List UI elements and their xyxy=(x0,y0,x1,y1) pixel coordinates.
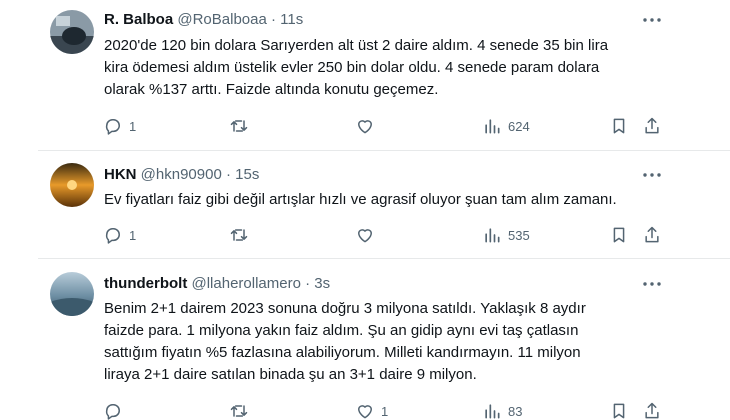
views-count: 83 xyxy=(508,403,523,419)
author-handle[interactable]: @llaherollamero xyxy=(192,275,301,292)
tweet-header: R. Balboa @RoBalboaa · 11s xyxy=(104,10,303,30)
bookmark-icon xyxy=(613,118,625,134)
tweet-time[interactable]: 11s xyxy=(280,11,303,28)
views-icon xyxy=(485,119,500,134)
tweet-text-line: faizde para. 1 milyona yakın faiz aldım.… xyxy=(104,322,579,339)
header-separator: · xyxy=(225,166,231,183)
share-icon xyxy=(645,402,659,419)
tweet-header: thunderbolt @llaherollamero · 3s xyxy=(104,274,330,294)
like-button[interactable]: 1 xyxy=(355,400,388,420)
header-separator: · xyxy=(270,11,276,28)
avatar[interactable] xyxy=(50,163,94,207)
like-icon xyxy=(358,405,372,419)
tweet-text-line: 2020'de 120 bin dolara Sarıyerden alt üs… xyxy=(104,37,609,54)
reply-icon xyxy=(105,404,120,420)
avatar[interactable] xyxy=(50,272,94,316)
tweet-2[interactable]: HKN @hkn90900 · 15s Ev fiyatları faiz gi… xyxy=(0,151,730,258)
bookmark-icon xyxy=(613,227,625,243)
tweet-text: Ev fiyatları faiz gibi değil artışlar hı… xyxy=(104,189,684,211)
tweet-text-line: kira ödemesi aldım üstelik evler 250 bin… xyxy=(104,59,600,76)
tweet-text-line: Benim 2+1 dairem 2023 sonuna doğru 3 mil… xyxy=(104,300,586,317)
views-button[interactable]: 624 xyxy=(482,115,530,137)
retweet-icon xyxy=(230,405,248,417)
views-icon xyxy=(485,228,500,243)
tweet-text-line: olarak %137 arttı. Faizde altında konutu… xyxy=(104,81,439,98)
retweet-icon xyxy=(230,229,248,241)
author-name[interactable]: R. Balboa xyxy=(104,11,173,28)
reply-button[interactable]: 1 xyxy=(103,224,136,246)
more-icon[interactable] xyxy=(640,274,664,294)
tweet-1[interactable]: R. Balboa @RoBalboaa · 11s 2020'de 120 b… xyxy=(0,0,730,150)
views-count: 624 xyxy=(508,118,530,134)
author-name[interactable]: HKN xyxy=(104,166,137,183)
retweet-button[interactable] xyxy=(229,115,255,137)
share-button[interactable] xyxy=(642,224,662,246)
views-count: 535 xyxy=(508,227,530,243)
like-button[interactable] xyxy=(355,224,381,246)
retweet-icon xyxy=(230,120,248,132)
author-handle[interactable]: @RoBalboaa xyxy=(177,11,266,28)
reply-count: 1 xyxy=(129,118,137,134)
tweet-text-line: Ev fiyatları faiz gibi değil artışlar hı… xyxy=(104,191,617,208)
reply-button[interactable] xyxy=(103,400,129,420)
retweet-button[interactable] xyxy=(229,400,255,420)
avatar[interactable] xyxy=(50,10,94,54)
author-name[interactable]: thunderbolt xyxy=(104,275,187,292)
tweet-time[interactable]: 3s xyxy=(314,275,330,292)
tweet-text-line: sattığım fiyatın %5 fazlasına alabiliyor… xyxy=(104,344,581,361)
share-icon xyxy=(645,117,659,134)
tweet-header: HKN @hkn90900 · 15s xyxy=(104,165,259,185)
bookmark-icon xyxy=(613,403,625,419)
author-handle[interactable]: @hkn90900 xyxy=(141,166,222,183)
retweet-button[interactable] xyxy=(229,224,255,246)
tweet-time[interactable]: 15s xyxy=(235,166,259,183)
header-separator: · xyxy=(305,275,311,292)
tweet-text-line: liraya 2+1 daire satılan binada şu an 3+… xyxy=(104,366,477,383)
tweet-text: 2020'de 120 bin dolara Sarıyerden alt üs… xyxy=(104,35,684,101)
bookmark-button[interactable] xyxy=(609,224,629,246)
views-button[interactable]: 83 xyxy=(482,400,522,420)
like-button[interactable] xyxy=(355,115,381,137)
like-count: 1 xyxy=(381,403,389,419)
tweet-3[interactable]: thunderbolt @llaherollamero · 3s Benim 2… xyxy=(0,259,730,420)
views-button[interactable]: 535 xyxy=(482,224,530,246)
reply-button[interactable]: 1 xyxy=(103,115,136,137)
bookmark-button[interactable] xyxy=(609,115,629,137)
reply-count: 1 xyxy=(129,227,137,243)
more-icon[interactable] xyxy=(640,10,664,30)
like-icon xyxy=(358,229,372,243)
like-icon xyxy=(358,120,372,134)
share-button[interactable] xyxy=(642,400,662,420)
reply-icon xyxy=(105,228,120,244)
views-icon xyxy=(485,404,500,419)
share-button[interactable] xyxy=(642,115,662,137)
bookmark-button[interactable] xyxy=(609,400,629,420)
more-icon[interactable] xyxy=(640,165,664,185)
tweet-text: Benim 2+1 dairem 2023 sonuna doğru 3 mil… xyxy=(104,298,684,386)
reply-icon xyxy=(105,119,120,135)
share-icon xyxy=(645,226,659,243)
